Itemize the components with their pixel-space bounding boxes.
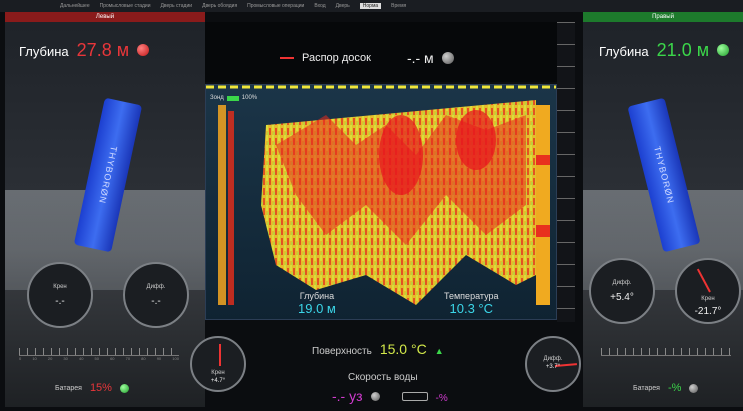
surface-trend-icon: ▲	[434, 346, 444, 356]
left-scale-numbers: 0 10 20 30 40 50 60 70 80 90 100	[19, 356, 179, 361]
sonar-echogram[interactable]: Зонд 100% Глубина 19.0 м Температура 10.…	[205, 84, 557, 320]
right-battery-value: -%	[667, 382, 682, 394]
right-roll-needle	[696, 268, 711, 293]
water-speed-header: Скорость воды	[348, 372, 418, 383]
left-battery-status-icon	[119, 383, 129, 393]
sonar-probe-header: Зонд 100%	[210, 95, 257, 101]
scale-number: 20	[47, 356, 53, 361]
scale-number: 60	[110, 356, 115, 361]
right-mini-value: +3.7°	[545, 364, 561, 370]
right-scale-ticks	[601, 348, 731, 356]
left-scale-ticks	[19, 348, 179, 356]
left-mini-value: +4.7°	[210, 378, 226, 384]
right-battery-scale	[601, 348, 731, 370]
right-roll-value: -21.7°	[694, 306, 722, 317]
left-battery-scale: 0 10 20 30 40 50 60 70 80 90 100	[19, 348, 179, 370]
menu-item[interactable]: Норма	[359, 3, 382, 9]
sonar-probe-label: Зонд	[210, 95, 224, 101]
scale-number: 80	[141, 356, 146, 361]
menu-item[interactable]: Промысловые стадии	[100, 3, 151, 9]
scale-number: 90	[156, 356, 162, 361]
menu-item[interactable]: Дверь обоядия	[202, 3, 237, 9]
right-battery-label: Батарея	[633, 384, 660, 392]
left-roll-value: -.-	[55, 296, 65, 307]
water-speed-readout: -.- уз -%	[332, 388, 448, 404]
sonar-level-icon	[226, 95, 239, 101]
spread-value: -.- м	[406, 50, 434, 66]
left-battery-value: 15%	[89, 382, 112, 394]
surface-temp-readout: Поверхность 15.0 °C ▲	[312, 341, 444, 357]
water-speed-pct: -%	[435, 393, 448, 404]
left-battery-label: Батарея	[55, 384, 82, 392]
menu-item[interactable]: Дальнейшее	[60, 3, 90, 9]
menu-item[interactable]: Дверь стадии	[161, 3, 193, 9]
scale-number: 0	[19, 356, 22, 361]
menu-item[interactable]: Дверь	[336, 3, 350, 9]
right-panel-header: Правый	[583, 12, 743, 22]
left-depth-label: Глубина	[19, 44, 69, 59]
left-depth-readout: Глубина 27.8 м	[19, 40, 150, 61]
right-status-icon	[717, 44, 730, 56]
right-depth-readout: Глубина 21.0 м	[599, 40, 730, 61]
left-diff-label: Дифф.	[146, 284, 166, 290]
left-panel-header: Левый	[5, 12, 205, 22]
sonar-probe-level: 100%	[241, 95, 258, 101]
left-mini-label: Крен	[211, 370, 225, 376]
left-mini-roll-gauge: Крен +4.7°	[190, 336, 246, 392]
spread-status-icon	[441, 52, 454, 64]
menu-item[interactable]: Промысловые операции	[247, 3, 304, 9]
spread-label: Распор досок	[302, 52, 371, 64]
right-battery-status-icon	[689, 383, 699, 393]
right-battery-readout: Батарея -%	[633, 382, 699, 394]
left-diff-gauge: Дифф. -.-	[123, 262, 189, 328]
right-roll-gauge: Крен -21.7°	[675, 258, 741, 324]
right-roll-label: Крен	[701, 296, 715, 302]
sonar-depth-value: 19.0 м	[298, 301, 336, 316]
left-depth-value: 27.8 м	[76, 40, 130, 60]
echogram-image	[206, 85, 556, 319]
scale-number: 40	[78, 356, 84, 361]
right-door-brand: THYBORØN	[652, 145, 676, 205]
surface-label: Поверхность	[312, 346, 372, 357]
right-diff-value: +5.4°	[610, 292, 634, 303]
scale-number: 30	[63, 356, 68, 361]
left-door-brand: THYBORØN	[96, 145, 120, 205]
menu-bar: Дальнейшее Промысловые стадии Дверь стадии…	[0, 0, 743, 12]
right-depth-label: Глубина	[599, 44, 649, 59]
right-depth-value: 21.0 м	[656, 40, 710, 60]
scale-number: 50	[94, 356, 99, 361]
menu-item[interactable]: Время	[391, 3, 406, 9]
menu-item[interactable]: Вход	[314, 3, 325, 9]
water-speed-value: -.- уз	[332, 388, 363, 404]
scale-number: 10	[32, 356, 37, 361]
left-diff-value: -.-	[151, 296, 161, 307]
scale-number: 70	[125, 356, 131, 361]
surface-value: 15.0 °C	[379, 341, 427, 357]
depth-ruler	[557, 22, 575, 322]
left-battery-readout: Батарея 15%	[55, 382, 129, 394]
scale-number: 100	[172, 356, 179, 361]
sonar-temp-readout: Температура 10.3 °C	[444, 291, 499, 316]
left-roll-gauge: Крен -.-	[27, 262, 93, 328]
left-status-icon	[137, 44, 150, 56]
sonar-depth-readout: Глубина 19.0 м	[298, 291, 336, 316]
right-diff-gauge: Дифф. +5.4°	[589, 258, 655, 324]
right-mini-diff-gauge: Дифф. +3.7°	[525, 336, 581, 392]
sonar-depth-label: Глубина	[299, 291, 335, 301]
left-roll-label: Крен	[53, 284, 67, 290]
right-diff-label: Дифф.	[612, 280, 632, 286]
left-mini-needle	[219, 344, 221, 366]
water-speed-label: Скорость воды	[348, 372, 418, 383]
right-door-panel: Правый Глубина 21.0 м THYBORØN Дифф. +5.…	[583, 12, 743, 407]
water-speed-battery-icon	[401, 392, 428, 401]
right-mini-label: Дифф.	[543, 356, 563, 362]
door-spread-readout: Распор досок -.- м	[280, 50, 454, 66]
sonar-temp-value: 10.3 °C	[449, 301, 494, 316]
sonar-temp-label: Температура	[444, 291, 499, 301]
spread-legend-line	[280, 57, 294, 59]
left-door-panel: Левый Глубина 27.8 м THYBORØN Крен -.- Д…	[5, 12, 205, 407]
water-speed-status-icon	[370, 392, 380, 401]
